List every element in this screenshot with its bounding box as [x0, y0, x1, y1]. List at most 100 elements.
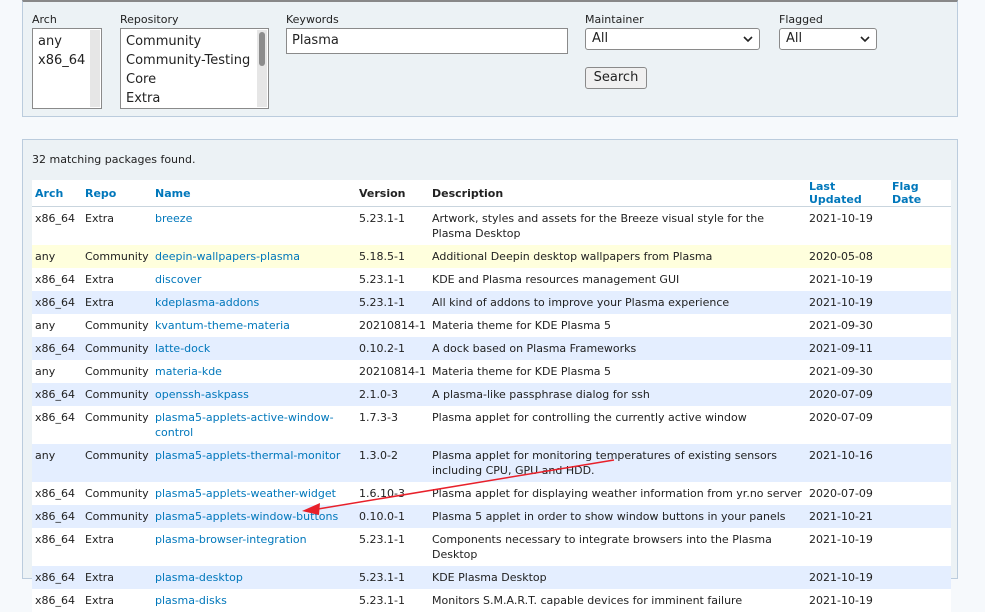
maintainer-select[interactable]: All — [585, 28, 760, 50]
package-name-link[interactable]: kdeplasma-addons — [155, 296, 259, 309]
arch-label: Arch — [32, 13, 57, 26]
cell-repo: Extra — [82, 566, 152, 589]
package-name-link[interactable]: breeze — [155, 212, 192, 225]
maintainer-label: Maintainer — [585, 13, 644, 26]
arch-listbox[interactable]: any x86_64 — [32, 28, 102, 109]
cell-description: Plasma 5 applet in order to show window … — [429, 505, 806, 528]
cell-version: 5.18.5-1 — [356, 245, 429, 268]
repository-option-community[interactable]: Community — [121, 32, 268, 51]
table-row: anyCommunitydeepin-wallpapers-plasma 5.18… — [32, 245, 951, 268]
cell-repo: Community — [82, 245, 152, 268]
column-header-repo[interactable]: Repo — [82, 180, 152, 207]
package-name-link[interactable]: plasma-desktop — [155, 571, 243, 584]
cell-version: 1.3.0-2 — [356, 444, 429, 482]
flagged-label: Flagged — [779, 13, 823, 26]
cell-name: plasma5-applets-thermal-monitor — [152, 444, 356, 482]
cell-arch: any — [32, 245, 82, 268]
cell-repo: Extra — [82, 528, 152, 566]
cell-description: A dock based on Plasma Frameworks — [429, 337, 806, 360]
column-header-name[interactable]: Name — [152, 180, 356, 207]
cell-version: 0.10.0-1 — [356, 505, 429, 528]
cell-arch: x86_64 — [32, 406, 82, 444]
cell-description: All kind of addons to improve your Plasm… — [429, 291, 806, 314]
cell-arch: any — [32, 444, 82, 482]
package-name-link[interactable]: deepin-wallpapers-plasma — [155, 250, 300, 263]
table-row: anyCommunitymateria-kde20210814-1Materia… — [32, 360, 951, 383]
flagged-select[interactable]: All — [779, 28, 877, 50]
cell-description: A plasma-like passphrase dialog for ssh — [429, 383, 806, 406]
cell-repo: Community — [82, 314, 152, 337]
cell-description: KDE and Plasma resources management GUI — [429, 268, 806, 291]
package-name-link[interactable]: plasma5-applets-active-window-control — [155, 411, 334, 439]
cell-flag-date — [889, 207, 951, 246]
cell-description: Materia theme for KDE Plasma 5 — [429, 360, 806, 383]
cell-last-updated: 2021-10-19 — [806, 207, 889, 246]
package-name-link[interactable]: openssh-askpass — [155, 388, 249, 401]
maintainer-selected-value: All — [592, 31, 608, 46]
search-button[interactable]: Search — [585, 67, 647, 89]
repository-option-community-testing[interactable]: Community-Testing — [121, 51, 268, 70]
repository-option-extra[interactable]: Extra — [121, 89, 268, 108]
table-row: x86_64Communityplasma5-applets-window-bu… — [32, 505, 951, 528]
cell-description: Plasma applet for monitoring temperature… — [429, 444, 806, 482]
column-header-last-updated[interactable]: Last Updated — [806, 180, 889, 207]
cell-description: Components necessary to integrate browse… — [429, 528, 806, 566]
package-name-link[interactable]: plasma5-applets-thermal-monitor — [155, 449, 340, 462]
package-name-link[interactable]: kvantum-theme-materia — [155, 319, 290, 332]
repository-scroll-thumb[interactable] — [259, 32, 265, 66]
cell-arch: x86_64 — [32, 505, 82, 528]
chevron-down-icon — [743, 35, 753, 43]
flagged-selected-value: All — [786, 31, 802, 46]
table-row: anyCommunitykvantum-theme-materia2021081… — [32, 314, 951, 337]
cell-last-updated: 2021-10-19 — [806, 566, 889, 589]
package-name-link[interactable]: plasma-browser-integration — [155, 533, 307, 546]
cell-flag-date — [889, 589, 951, 612]
chevron-down-icon — [860, 35, 870, 43]
repository-scrollbar[interactable] — [257, 30, 267, 107]
package-name-link[interactable]: materia-kde — [155, 365, 222, 378]
package-name-link[interactable]: plasma-disks — [155, 594, 227, 607]
table-row: x86_64Extrabreeze5.23.1-1Artwork, styles… — [32, 207, 951, 246]
cell-description: Plasma applet for displaying weather inf… — [429, 482, 806, 505]
cell-last-updated: 2021-10-19 — [806, 589, 889, 612]
cell-version: 1.6.10-3 — [356, 482, 429, 505]
table-row: x86_64Extraplasma-disks5.23.1-1Monitors … — [32, 589, 951, 612]
column-header-flag-date[interactable]: Flag Date — [889, 180, 951, 207]
cell-arch: x86_64 — [32, 207, 82, 246]
search-form: Arch any x86_64 Repository Community Com… — [22, 0, 958, 117]
cell-name: latte-dock — [152, 337, 356, 360]
cell-version: 5.23.1-1 — [356, 207, 429, 246]
cell-repo: Community — [82, 505, 152, 528]
keywords-input[interactable]: Plasma — [286, 28, 568, 54]
cell-version: 1.7.3-3 — [356, 406, 429, 444]
cell-name: breeze — [152, 207, 356, 246]
repository-listbox[interactable]: Community Community-Testing Core Extra — [120, 28, 269, 109]
cell-name: plasma5-applets-weather-widget — [152, 482, 356, 505]
keywords-label: Keywords — [286, 13, 339, 26]
repository-option-core[interactable]: Core — [121, 70, 268, 89]
package-name-link[interactable]: plasma5-applets-window-buttons — [155, 510, 338, 523]
cell-arch: x86_64 — [32, 337, 82, 360]
cell-name: deepin-wallpapers-plasma — [152, 245, 356, 268]
repository-label: Repository — [120, 13, 179, 26]
column-header-arch[interactable]: Arch — [32, 180, 82, 207]
cell-repo: Community — [82, 383, 152, 406]
cell-repo: Extra — [82, 589, 152, 612]
cell-repo: Community — [82, 406, 152, 444]
cell-repo: Community — [82, 337, 152, 360]
cell-last-updated: 2020-07-09 — [806, 383, 889, 406]
cell-description: Plasma applet for controlling the curren… — [429, 406, 806, 444]
cell-repo: Community — [82, 482, 152, 505]
cell-name: discover — [152, 268, 356, 291]
cell-last-updated: 2021-10-19 — [806, 291, 889, 314]
cell-arch: x86_64 — [32, 589, 82, 612]
package-name-link[interactable]: latte-dock — [155, 342, 210, 355]
package-name-link[interactable]: discover — [155, 273, 201, 286]
cell-arch: x86_64 — [32, 268, 82, 291]
cell-flag-date — [889, 360, 951, 383]
cell-name: plasma-browser-integration — [152, 528, 356, 566]
arch-scrollbar[interactable] — [90, 30, 100, 107]
package-table: Arch Repo Name Version Description Last … — [32, 180, 951, 612]
cell-arch: x86_64 — [32, 482, 82, 505]
package-name-link[interactable]: plasma5-applets-weather-widget — [155, 487, 336, 500]
